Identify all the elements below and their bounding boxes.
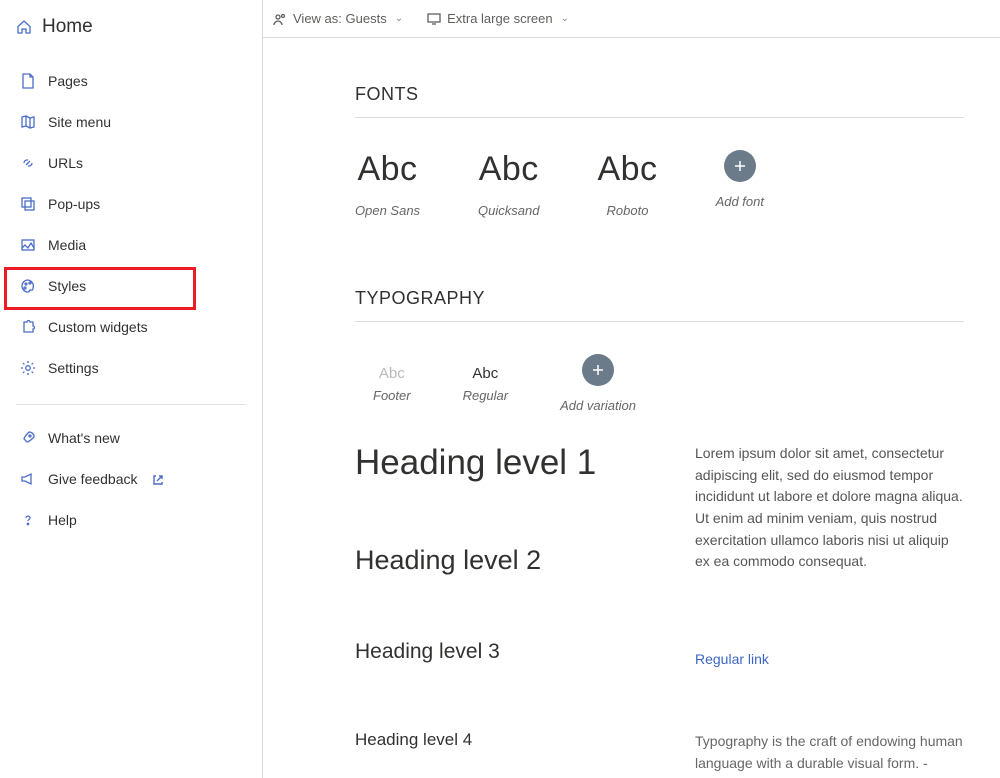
variation-name: Regular <box>463 388 509 403</box>
rocket-icon <box>20 430 36 446</box>
file-icon <box>20 73 36 89</box>
variation-sample: Abc <box>463 365 509 382</box>
home-icon <box>16 19 32 35</box>
gear-icon <box>20 360 36 376</box>
typography-variations: Abc Footer Abc Regular Add variation <box>373 354 964 413</box>
screen-size-dropdown[interactable]: Extra large screen ⌄ <box>427 11 569 26</box>
typography-body: Heading level 1 Heading level 2 Heading … <box>355 443 964 778</box>
add-variation-label: Add variation <box>560 398 636 413</box>
fonts-divider <box>355 117 964 118</box>
sidebar-label-feedback: Give feedback <box>48 471 138 487</box>
sidebar-nav: Pages Site menu URLs Pop-ups Media Style… <box>14 60 248 540</box>
font-name: Roboto <box>597 203 657 218</box>
sidebar-item-help[interactable]: Help <box>14 499 248 540</box>
view-as-label: View as: Guests <box>293 11 387 26</box>
link-icon <box>20 155 36 171</box>
heading-4-sample[interactable]: Heading level 4 <box>355 730 635 750</box>
typography-right-column: Lorem ipsum dolor sit amet, consectetur … <box>695 443 964 778</box>
add-variation-tile: Add variation <box>560 354 636 413</box>
font-sample: Abc <box>478 150 539 189</box>
typography-section-title: TYPOGRAPHY <box>355 288 964 309</box>
sidebar-label-styles: Styles <box>48 278 86 294</box>
font-sample: Abc <box>355 150 420 189</box>
body-text-sample[interactable]: Lorem ipsum dolor sit amet, consectetur … <box>695 443 964 573</box>
chevron-down-icon: ⌄ <box>395 13 403 24</box>
fonts-section-title: FONTS <box>355 84 964 105</box>
add-variation-button[interactable] <box>582 354 614 386</box>
sidebar-divider <box>16 404 246 405</box>
screen-icon <box>427 12 441 26</box>
font-tile-open-sans[interactable]: Abc Open Sans <box>355 150 420 218</box>
quote-sample[interactable]: Typography is the craft of endowing huma… <box>695 731 964 778</box>
font-name: Quicksand <box>478 203 539 218</box>
font-tile-roboto[interactable]: Abc Roboto <box>597 150 657 218</box>
add-font-label: Add font <box>716 194 764 209</box>
heading-1-sample[interactable]: Heading level 1 <box>355 443 635 483</box>
sidebar: Home Pages Site menu URLs Pop-ups Media <box>0 0 262 778</box>
sidebar-item-whats-new[interactable]: What's new <box>14 417 248 458</box>
puzzle-icon <box>20 319 36 335</box>
sidebar-label-popups: Pop-ups <box>48 196 100 212</box>
typography-divider <box>355 321 964 322</box>
sidebar-label-custom-widgets: Custom widgets <box>48 319 148 335</box>
add-font-tile: Add font <box>716 150 764 209</box>
sidebar-label-help: Help <box>48 512 77 528</box>
sidebar-label-pages: Pages <box>48 73 88 89</box>
variation-sample: Abc <box>373 365 411 382</box>
sidebar-item-settings[interactable]: Settings <box>14 347 248 388</box>
palette-icon <box>20 278 36 294</box>
sidebar-label-settings: Settings <box>48 360 99 376</box>
sidebar-label-media: Media <box>48 237 86 253</box>
sidebar-item-feedback[interactable]: Give feedback <box>14 458 248 499</box>
font-tile-quicksand[interactable]: Abc Quicksand <box>478 150 539 218</box>
image-icon <box>20 237 36 253</box>
headings-column: Heading level 1 Heading level 2 Heading … <box>355 443 635 778</box>
variation-name: Footer <box>373 388 411 403</box>
sidebar-label-site-menu: Site menu <box>48 114 111 130</box>
sidebar-label-urls: URLs <box>48 155 83 171</box>
chevron-down-icon: ⌄ <box>561 13 569 24</box>
variation-footer[interactable]: Abc Footer <box>373 365 411 403</box>
topbar: View as: Guests ⌄ Extra large screen ⌄ <box>263 0 1000 38</box>
map-icon <box>20 114 36 130</box>
sidebar-home[interactable]: Home <box>16 16 246 38</box>
sidebar-item-urls[interactable]: URLs <box>14 142 248 183</box>
sidebar-item-pages[interactable]: Pages <box>14 60 248 101</box>
sidebar-item-custom-widgets[interactable]: Custom widgets <box>14 306 248 347</box>
sidebar-item-popups[interactable]: Pop-ups <box>14 183 248 224</box>
fonts-row: Abc Open Sans Abc Quicksand Abc Roboto A… <box>355 150 964 218</box>
content-area: FONTS Abc Open Sans Abc Quicksand Abc Ro… <box>263 38 1000 778</box>
variation-regular[interactable]: Abc Regular <box>463 365 509 403</box>
help-icon <box>20 512 36 528</box>
heading-2-sample[interactable]: Heading level 2 <box>355 545 635 576</box>
font-name: Open Sans <box>355 203 420 218</box>
popups-icon <box>20 196 36 212</box>
screen-size-label: Extra large screen <box>447 11 553 26</box>
view-as-dropdown[interactable]: View as: Guests ⌄ <box>273 11 403 26</box>
font-sample: Abc <box>597 150 657 189</box>
sidebar-label-whats-new: What's new <box>48 430 120 446</box>
sidebar-item-styles[interactable]: Styles <box>14 265 248 306</box>
sidebar-item-media[interactable]: Media <box>14 224 248 265</box>
megaphone-icon <box>20 471 36 487</box>
add-font-button[interactable] <box>724 150 756 182</box>
external-link-icon <box>152 473 164 485</box>
home-label: Home <box>42 16 93 38</box>
sidebar-item-site-menu[interactable]: Site menu <box>14 101 248 142</box>
people-icon <box>273 12 287 26</box>
heading-3-sample[interactable]: Heading level 3 <box>355 640 635 664</box>
link-sample[interactable]: Regular link <box>695 649 964 671</box>
